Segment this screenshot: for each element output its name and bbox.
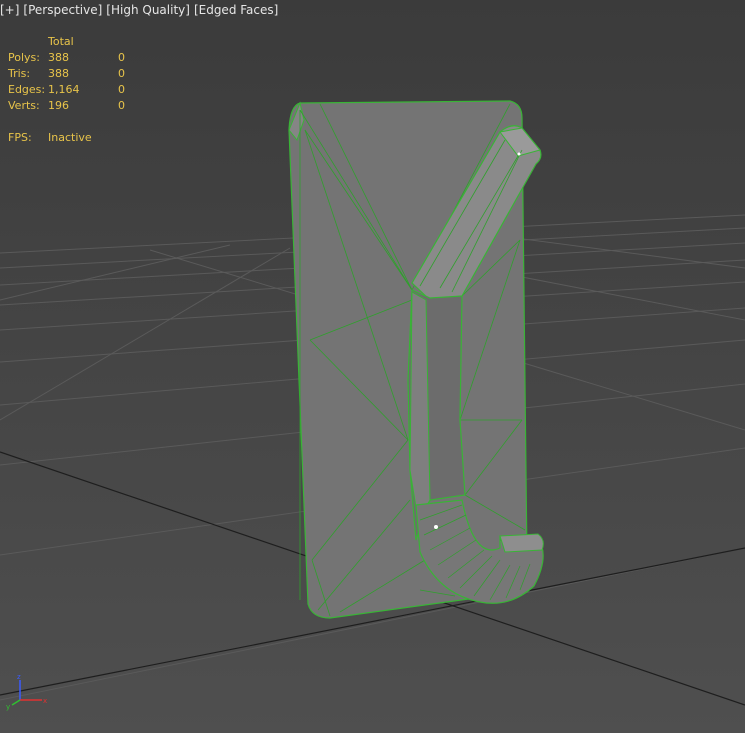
stats-label: Edges: [8, 83, 46, 96]
viewport-plus-menu[interactable]: [+] [0, 3, 19, 17]
stats-selected: 0 [118, 83, 125, 96]
stats-label: Polys: [8, 51, 40, 64]
stats-selected: 0 [118, 99, 125, 112]
svg-text:z: z [17, 673, 21, 681]
perspective-viewport[interactable]: [+] [Perspective] [High Quality] [Edged … [0, 0, 745, 733]
stats-row-tris: Tris: 388 0 [8, 66, 138, 82]
hook-tip [499, 533, 544, 553]
hook-mesh[interactable] [288, 100, 544, 619]
fps-label: FPS: [8, 131, 32, 144]
viewport-statistics: Total Polys: 388 0 Tris: 388 0 Edges: 1,… [8, 34, 138, 146]
svg-text:x: x [43, 697, 47, 705]
viewport-label-menu: [+] [Perspective] [High Quality] [Edged … [0, 3, 278, 17]
stats-label: Tris: [8, 67, 31, 80]
stats-selected: 0 [118, 51, 125, 64]
stats-total: 1,164 [48, 83, 80, 96]
stats-total: 388 [48, 67, 69, 80]
stats-row-edges: Edges: 1,164 0 [8, 82, 138, 98]
axis-tripod-icon: z x y [6, 673, 47, 711]
stats-row-polys: Polys: 388 0 [8, 50, 138, 66]
viewport-display-mode-menu[interactable]: [Edged Faces] [194, 3, 278, 17]
stats-label: Verts: [8, 99, 40, 112]
stats-total: 388 [48, 51, 69, 64]
stats-selected: 0 [118, 67, 125, 80]
viewport-point-of-view-menu[interactable]: [Perspective] [23, 3, 102, 17]
svg-text:y: y [6, 703, 10, 711]
viewport-shading-quality-menu[interactable]: [High Quality] [106, 3, 190, 17]
hook-stem-front [409, 291, 431, 522]
vertex-highlight [434, 525, 438, 529]
vertex-highlight-top [517, 152, 521, 156]
stats-row-verts: Verts: 196 0 [8, 98, 138, 114]
stats-header: Total [48, 35, 74, 48]
stats-total: 196 [48, 99, 69, 112]
fps-value: Inactive [48, 131, 92, 144]
stats-row-fps: FPS: Inactive [8, 130, 138, 146]
